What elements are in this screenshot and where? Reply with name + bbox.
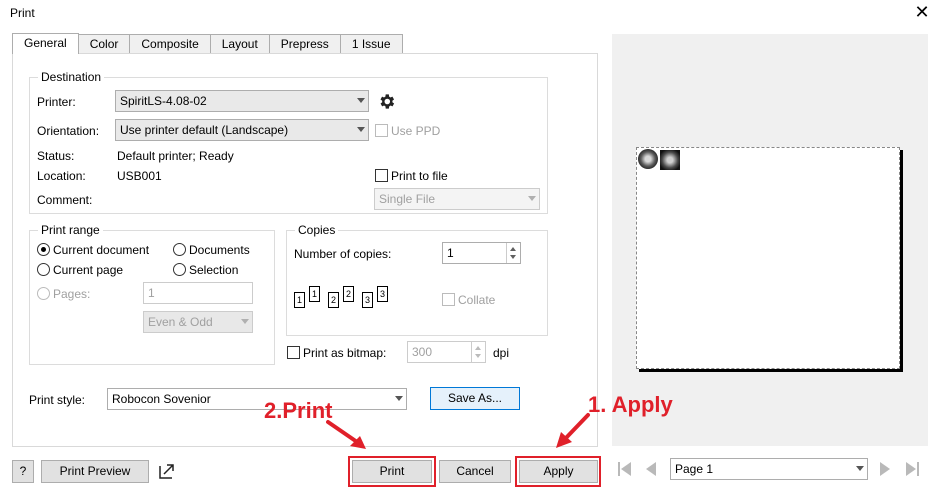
pages-label: Pages: xyxy=(53,287,91,301)
bitmap-dpi-input[interactable]: 300 xyxy=(407,341,486,363)
chevron-down-icon xyxy=(395,396,403,401)
number-of-copies-label: Number of copies: xyxy=(294,247,392,261)
current-document-label: Current document xyxy=(53,243,150,257)
page-select[interactable]: Page 1 xyxy=(670,458,868,480)
use-ppd-checkbox[interactable] xyxy=(375,124,388,137)
dpi-unit: dpi xyxy=(493,346,510,360)
page-icon: 2 xyxy=(343,286,354,302)
tab-general[interactable]: General xyxy=(12,33,79,54)
pages-radio[interactable] xyxy=(37,287,50,300)
single-file-select[interactable]: Single File xyxy=(374,188,540,210)
tab-color[interactable]: Color xyxy=(77,34,131,54)
apply-highlight-box xyxy=(515,456,601,487)
orientation-value: Use printer default (Landscape) xyxy=(120,123,289,137)
bitmap-dpi-spinner[interactable] xyxy=(471,342,485,362)
location-label: Location: xyxy=(37,169,86,183)
copies-value: 1 xyxy=(447,246,454,260)
previous-page-icon[interactable] xyxy=(642,460,660,478)
comment-label: Comment: xyxy=(37,193,93,207)
print-highlight-box xyxy=(348,456,436,487)
tab-composite[interactable]: Composite xyxy=(129,34,211,54)
bitmap-dpi-value: 300 xyxy=(412,345,433,359)
print-style-select[interactable]: Robocon Sovenior xyxy=(107,388,407,410)
copies-title: Copies xyxy=(295,223,339,237)
print-as-bitmap-label: Print as bitmap: xyxy=(303,346,387,360)
single-file-value: Single File xyxy=(379,192,436,206)
printer-label: Printer: xyxy=(37,95,76,109)
use-ppd-label: Use PPD xyxy=(391,124,441,138)
even-odd-select[interactable]: Even & Odd xyxy=(143,311,253,333)
destination-title: Destination xyxy=(38,70,105,84)
print-style-label: Print style: xyxy=(29,393,86,407)
tab-layout[interactable]: Layout xyxy=(209,34,270,54)
next-page-icon[interactable] xyxy=(876,460,894,478)
page-icon: 3 xyxy=(362,292,373,308)
print-to-file-checkbox[interactable] xyxy=(375,169,388,182)
selection-label: Selection xyxy=(189,263,239,277)
status-value: Default printer; Ready xyxy=(117,149,234,163)
copies-input[interactable]: 1 xyxy=(442,242,521,264)
gear-icon[interactable] xyxy=(377,92,396,111)
general-panel: Destination Printer: SpiritLS-4.08-02 Or… xyxy=(12,53,598,447)
chevron-down-icon xyxy=(357,127,365,132)
print-as-bitmap-checkbox[interactable] xyxy=(287,346,300,359)
copies-spinner[interactable] xyxy=(506,243,520,263)
current-document-radio[interactable] xyxy=(37,243,50,256)
chevron-down-icon xyxy=(241,319,249,324)
window-title: Print xyxy=(10,6,35,20)
even-odd-value: Even & Odd xyxy=(148,315,213,329)
chevron-down-icon xyxy=(856,466,864,471)
save-as-button[interactable]: Save As... xyxy=(430,387,520,410)
expand-preview-icon[interactable] xyxy=(158,462,176,480)
page-value: Page 1 xyxy=(675,462,714,476)
first-page-icon[interactable] xyxy=(616,460,634,478)
close-icon[interactable]: ✕ xyxy=(912,2,932,22)
collate-checkbox[interactable] xyxy=(442,293,455,306)
location-value: USB001 xyxy=(117,169,162,183)
current-page-radio[interactable] xyxy=(37,263,50,276)
page-icon: 1 xyxy=(294,292,305,308)
selection-radio[interactable] xyxy=(173,263,186,276)
orientation-select[interactable]: Use printer default (Landscape) xyxy=(115,119,369,141)
page-icon: 2 xyxy=(328,292,339,308)
arrow-to-apply-icon xyxy=(556,413,590,448)
tab-bar: General Color Composite Layout Prepress … xyxy=(12,33,403,54)
collate-label: Collate xyxy=(458,293,496,307)
pages-input[interactable]: 1 xyxy=(143,282,253,304)
tab-issue[interactable]: 1 Issue xyxy=(339,34,403,54)
chevron-down-icon xyxy=(357,98,365,103)
help-button[interactable]: ? xyxy=(12,460,34,483)
last-page-icon[interactable] xyxy=(903,460,921,478)
print-style-value: Robocon Sovenior xyxy=(112,392,211,406)
step-two-annotation: 2.Print xyxy=(264,398,333,423)
arrow-to-print-icon xyxy=(326,420,366,449)
chevron-down-icon xyxy=(528,196,536,201)
preview-thumbnail xyxy=(638,149,658,169)
orientation-label: Orientation: xyxy=(37,124,100,138)
preview-thumbnail xyxy=(660,150,680,170)
cancel-button[interactable]: Cancel xyxy=(439,460,511,483)
step-one-annotation: 1. Apply xyxy=(588,392,673,417)
preview-page[interactable] xyxy=(636,147,900,369)
print-range-title: Print range xyxy=(38,223,103,237)
print-to-file-label: Print to file xyxy=(391,169,448,183)
current-page-label: Current page xyxy=(53,263,124,277)
printer-select[interactable]: SpiritLS-4.08-02 xyxy=(115,90,369,112)
tab-prepress[interactable]: Prepress xyxy=(268,34,341,54)
print-preview-button[interactable]: Print Preview xyxy=(41,460,149,483)
page-icon: 3 xyxy=(377,286,388,302)
documents-label: Documents xyxy=(189,243,250,257)
page-icon: 1 xyxy=(309,286,320,302)
documents-radio[interactable] xyxy=(173,243,186,256)
printer-value: SpiritLS-4.08-02 xyxy=(120,94,207,108)
status-label: Status: xyxy=(37,149,75,163)
